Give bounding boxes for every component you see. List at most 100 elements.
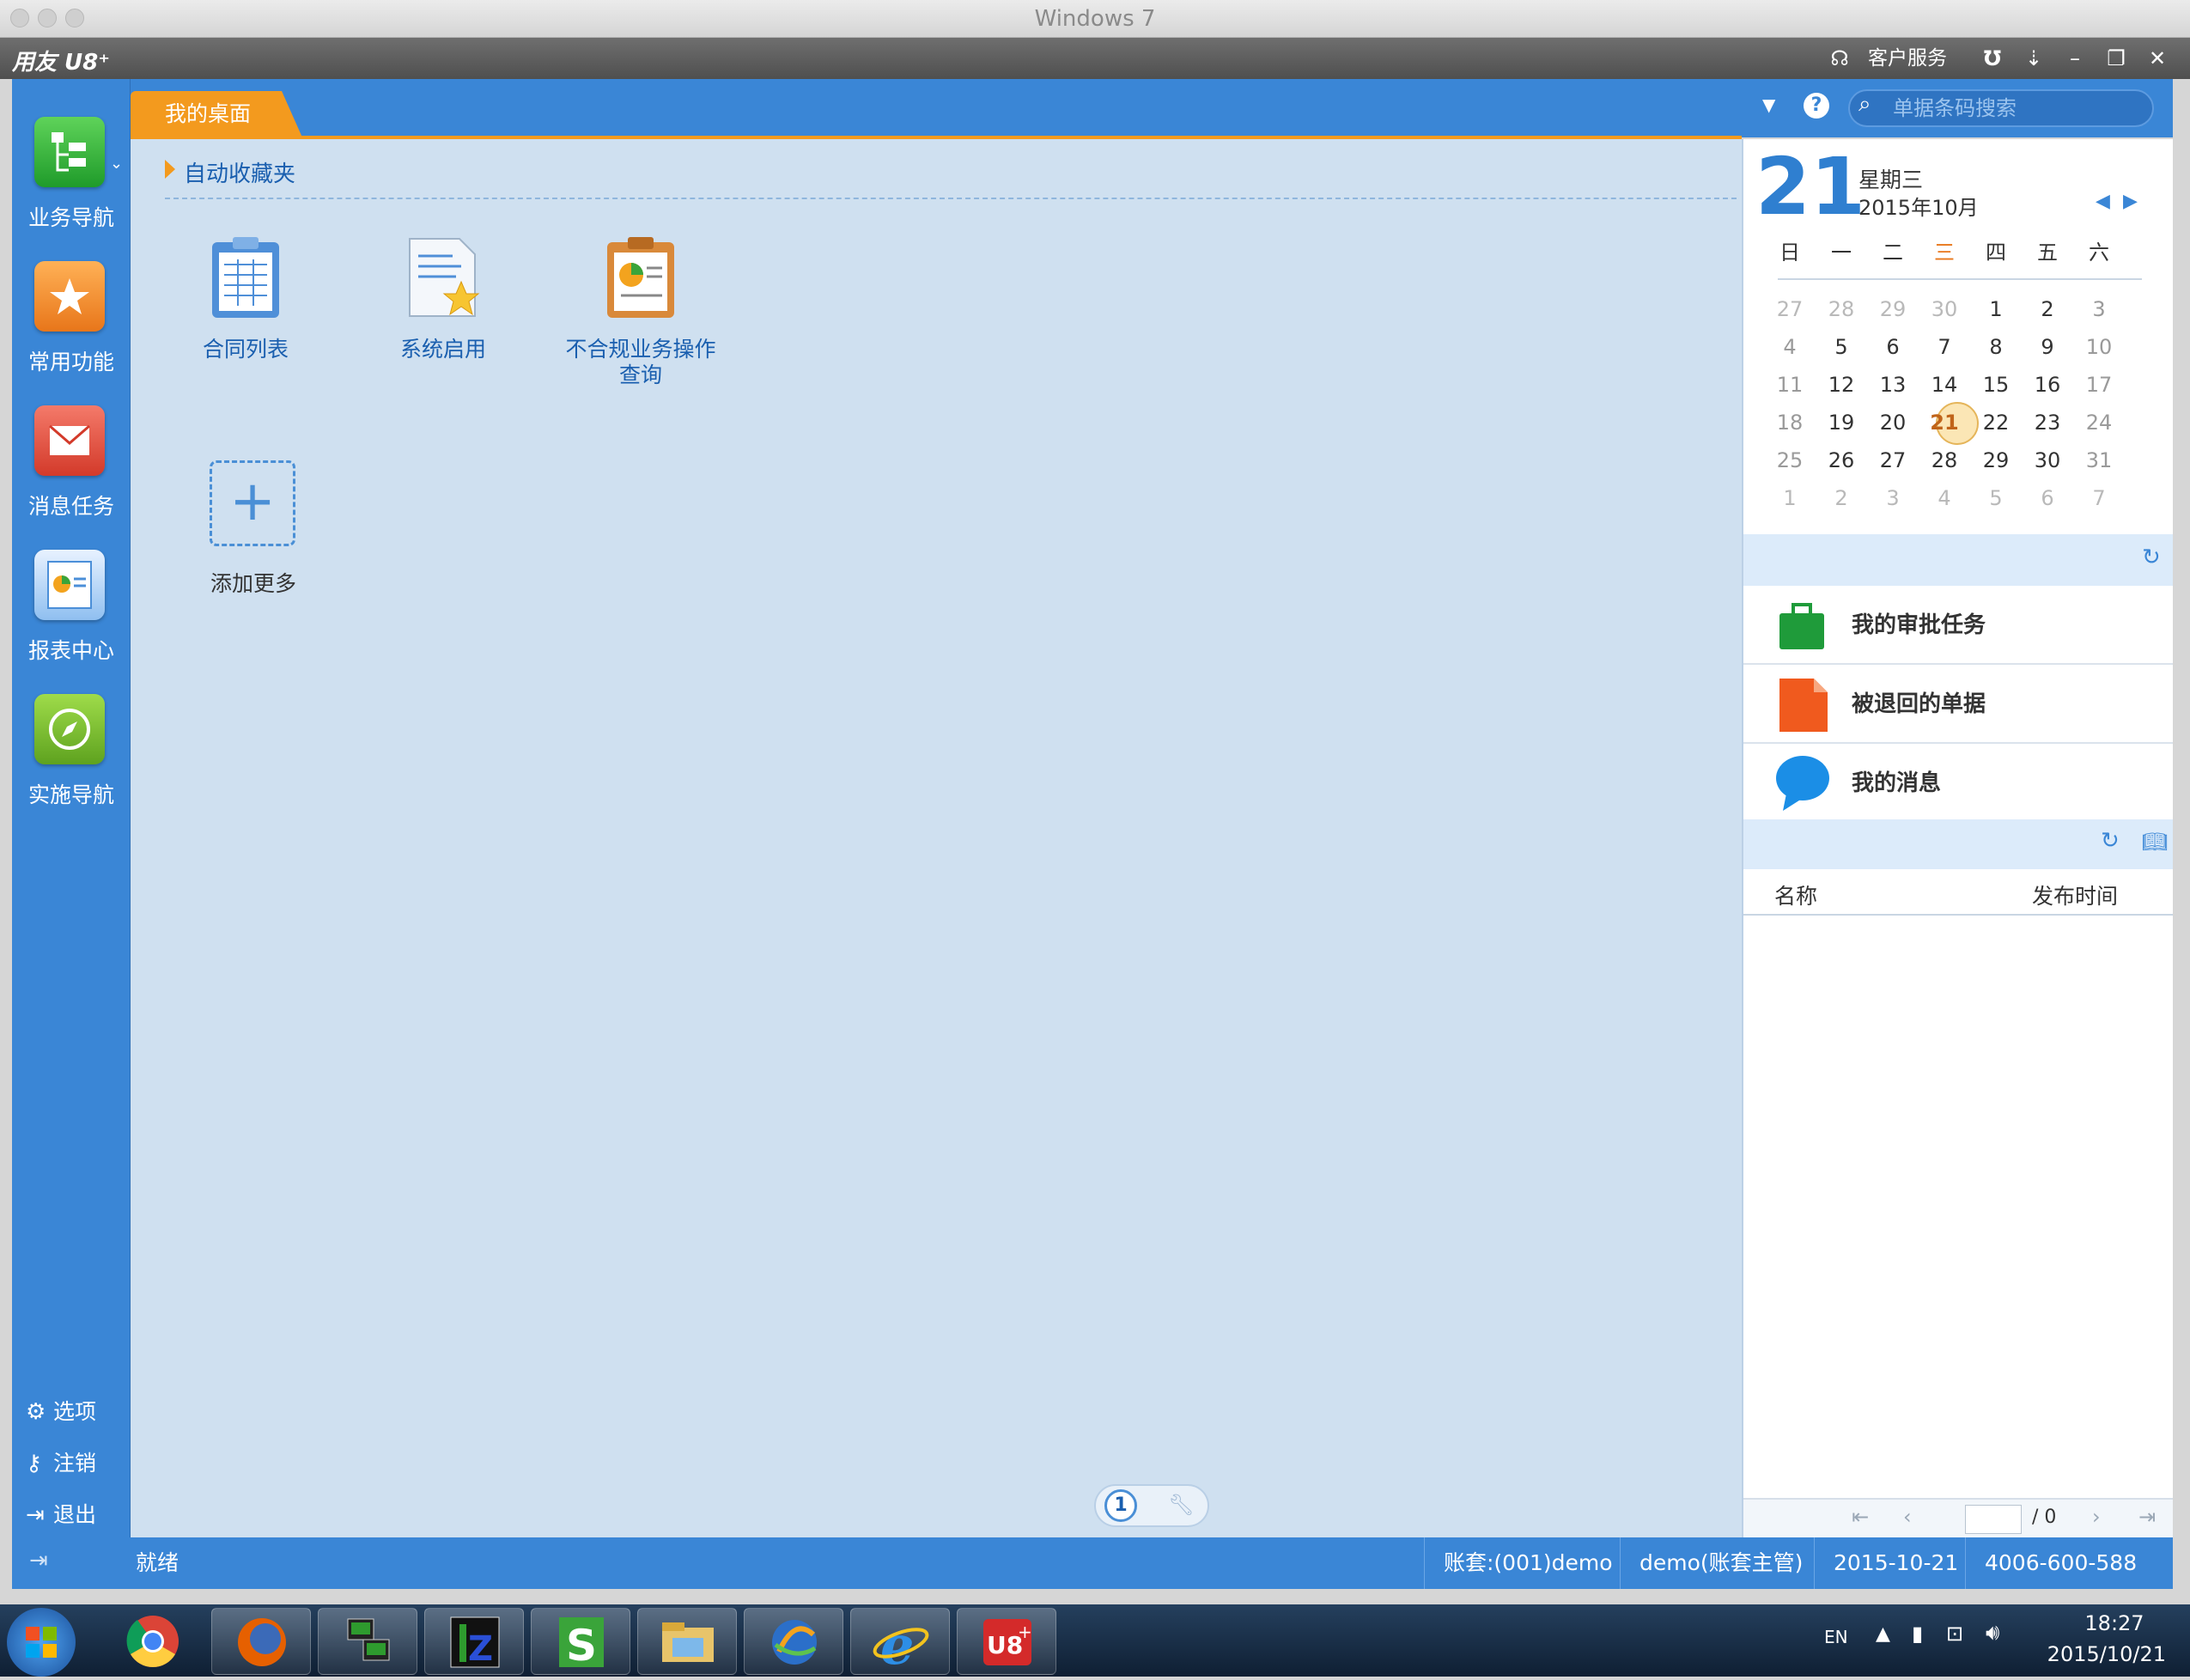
calendar-day[interactable]: 4: [1764, 335, 1816, 359]
internet-explorer-icon[interactable]: e: [850, 1608, 950, 1677]
calendar-day[interactable]: 20: [1867, 411, 1919, 435]
logout-link[interactable]: ⚷ 注销: [26, 1446, 96, 1481]
calendar-day[interactable]: 8: [1970, 335, 2022, 359]
sidebar-item-business-nav[interactable]: ⌄ 业务导航: [12, 117, 131, 254]
calendar-day[interactable]: 25: [1764, 448, 1816, 472]
calendar-day[interactable]: 11: [1764, 373, 1816, 397]
page-number-input[interactable]: [1965, 1505, 2022, 1534]
calendar-day[interactable]: 22: [1970, 411, 2022, 435]
task-returned-documents[interactable]: 被退回的单据: [1743, 665, 2173, 744]
chrome-icon[interactable]: [103, 1608, 203, 1675]
calendar-day[interactable]: 3: [2073, 297, 2125, 321]
calendar-day[interactable]: 7: [1919, 335, 1970, 359]
next-month-icon[interactable]: ▶: [2123, 191, 2138, 212]
calendar-day[interactable]: 9: [2022, 335, 2073, 359]
windows-start-icon[interactable]: [7, 1608, 76, 1677]
calendar-day[interactable]: 14: [1919, 373, 1970, 397]
customer-service-icon[interactable]: ☊: [1822, 38, 1857, 79]
favorites-title[interactable]: 自动收藏夹: [184, 156, 295, 188]
calendar-day[interactable]: 1: [1764, 486, 1816, 510]
sidebar-item-reports[interactable]: 报表中心: [12, 550, 131, 687]
refresh-icon[interactable]: ↻: [2142, 545, 2161, 570]
firefox-icon[interactable]: [211, 1608, 311, 1675]
chevron-down-icon[interactable]: ▼: [1762, 94, 1775, 115]
wrench-icon[interactable]: 🔧︎: [1168, 1493, 1194, 1517]
calendar-day[interactable]: 27: [1867, 448, 1919, 472]
add-more-button[interactable]: +: [210, 460, 295, 546]
calendar-day[interactable]: 16: [2022, 373, 2073, 397]
language-indicator[interactable]: EN: [1824, 1627, 1848, 1647]
column-publish-time[interactable]: 发布时间: [2032, 880, 2118, 910]
shortcut-contract-list[interactable]: 合同列表: [160, 234, 332, 362]
calendar-day[interactable]: 26: [1816, 448, 1867, 472]
shortcut-noncompliance-query[interactable]: 不合规业务操作查询: [555, 234, 727, 388]
media-icon[interactable]: [744, 1608, 843, 1675]
exit-link[interactable]: ⇥ 退出: [26, 1498, 96, 1532]
calendar-day[interactable]: 12: [1816, 373, 1867, 397]
tab-my-desktop[interactable]: 我的桌面: [131, 91, 302, 137]
calendar-day[interactable]: 4: [1919, 486, 1970, 510]
battery-icon[interactable]: ▮: [1912, 1622, 1923, 1646]
calendar-day[interactable]: 13: [1867, 373, 1919, 397]
calendar-day[interactable]: 10: [2073, 335, 2125, 359]
calendar-day[interactable]: 6: [2022, 486, 2073, 510]
barcode-search-input[interactable]: 单据条码搜索: [1848, 89, 2154, 127]
prev-page-icon[interactable]: ‹: [1903, 1505, 1912, 1529]
page-1-button[interactable]: 1: [1104, 1489, 1137, 1522]
chevron-down-icon[interactable]: ⌄: [110, 155, 123, 173]
task-approval[interactable]: 我的审批任务: [1743, 586, 2173, 665]
refresh-icon[interactable]: ↻: [2101, 828, 2120, 854]
help-icon[interactable]: ?: [1804, 93, 1829, 119]
calendar-day[interactable]: 21: [1919, 411, 1970, 435]
calendar-day[interactable]: 5: [1816, 335, 1867, 359]
calendar-day[interactable]: 30: [2022, 448, 2073, 472]
sidebar-item-implementation[interactable]: 实施导航: [12, 694, 131, 831]
calendar-day[interactable]: 23: [2022, 411, 2073, 435]
book-icon[interactable]: 📖︎: [2142, 830, 2168, 854]
calendar-day[interactable]: 30: [1919, 297, 1970, 321]
calendar-day[interactable]: 24: [2073, 411, 2125, 435]
shortcut-system-enable[interactable]: 系统启用: [357, 234, 529, 362]
calendar-day[interactable]: 15: [1970, 373, 2022, 397]
calendar-day[interactable]: 5: [1970, 486, 2022, 510]
close-icon[interactable]: ✕: [2140, 38, 2175, 79]
calendar-day[interactable]: 7: [2073, 486, 2125, 510]
calendar-day[interactable]: 6: [1867, 335, 1919, 359]
sidebar-item-messages[interactable]: 消息任务: [12, 405, 131, 543]
u8-icon[interactable]: U8 +: [957, 1608, 1056, 1675]
column-name[interactable]: 名称: [1774, 880, 1817, 910]
calendar-day[interactable]: 3: [1867, 486, 1919, 510]
calendar-day[interactable]: 27: [1764, 297, 1816, 321]
calendar-day[interactable]: 31: [2073, 448, 2125, 472]
network-icon[interactable]: [318, 1608, 417, 1675]
dropdown-arrow-icon[interactable]: ⇣: [2017, 38, 2051, 79]
network-tray-icon[interactable]: ⊡: [1946, 1622, 1963, 1646]
calendar-day[interactable]: 19: [1816, 411, 1867, 435]
calendar-day[interactable]: 28: [1919, 448, 1970, 472]
minimize-icon[interactable]: –: [2058, 38, 2092, 79]
calendar-day[interactable]: 29: [1867, 297, 1919, 321]
calendar-day[interactable]: 28: [1816, 297, 1867, 321]
calendar-day[interactable]: 18: [1764, 411, 1816, 435]
cpu-z-icon[interactable]: Z: [424, 1608, 524, 1675]
u-icon[interactable]: Ʊ: [1975, 38, 2010, 79]
calendar-day[interactable]: 2: [1816, 486, 1867, 510]
calendar-day[interactable]: 1: [1970, 297, 2022, 321]
clock-date[interactable]: 2015/10/21: [2037, 1642, 2166, 1666]
prev-month-icon[interactable]: ◀: [2096, 191, 2110, 212]
first-page-icon[interactable]: ⇤: [1852, 1505, 1869, 1529]
sidebar-item-favorites[interactable]: 常用功能: [12, 261, 131, 399]
file-explorer-icon[interactable]: [637, 1608, 737, 1675]
clock-time[interactable]: 18:27: [2063, 1611, 2166, 1635]
show-hidden-icons-icon[interactable]: ▲: [1876, 1623, 1890, 1645]
calendar-day[interactable]: 2: [2022, 297, 2073, 321]
collapse-sidebar-icon[interactable]: ⇥: [29, 1548, 48, 1573]
task-my-messages[interactable]: 我的消息: [1743, 744, 2173, 823]
restore-icon[interactable]: ❐: [2099, 38, 2133, 79]
s-app-icon[interactable]: S: [531, 1608, 630, 1675]
calendar-day[interactable]: 29: [1970, 448, 2022, 472]
options-link[interactable]: ⚙ 选项: [26, 1395, 96, 1429]
calendar-day[interactable]: 17: [2073, 373, 2125, 397]
last-page-icon[interactable]: ⇥: [2138, 1505, 2156, 1529]
volume-icon[interactable]: 🔊︎: [1986, 1620, 1999, 1647]
